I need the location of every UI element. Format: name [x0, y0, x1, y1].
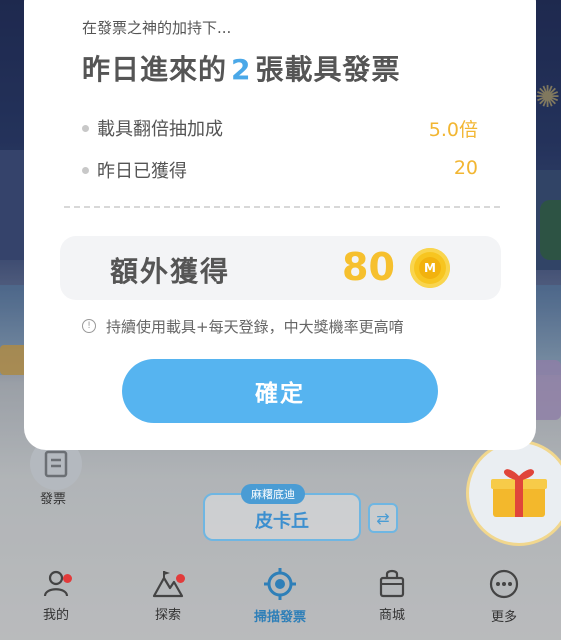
nav-label: 商城	[378, 608, 405, 623]
swap-carrier-button[interactable]: ⇄	[368, 503, 398, 533]
multiplier-row: 載具翻倍抽加成 5.0倍	[82, 115, 478, 141]
more-dots-icon	[489, 569, 519, 599]
yesterday-value: 20	[453, 157, 478, 179]
bonus-panel: 額外獲得 80 M	[60, 236, 501, 300]
tip-text: 持續使用載具+每天登錄，中大獎機率更高唷	[106, 318, 404, 336]
bullet-dot	[82, 124, 89, 132]
shopping-bag-icon	[379, 569, 405, 598]
yesterday-row: 昨日已獲得 20	[82, 157, 478, 183]
carrier-selector[interactable]: 麻糬底迪 皮卡丘	[203, 484, 361, 541]
carrier-tag: 麻糬底迪	[241, 484, 305, 504]
reward-modal: 在發票之神的加持下... 昨日進來的 2 張載具發票 載具翻倍抽加成 5.0倍 昨日…	[24, 0, 536, 450]
swap-icon: ⇄	[376, 508, 390, 528]
confirm-button[interactable]: 確定	[122, 359, 438, 423]
notification-badge	[176, 574, 185, 583]
modal-headline: 昨日進來的 2 張載具發票	[82, 48, 401, 88]
person-icon	[43, 570, 69, 597]
nav-item-explore[interactable]: 探索	[123, 568, 213, 623]
carrier-name: 皮卡丘	[255, 511, 309, 532]
mountain-icon	[152, 571, 184, 598]
scan-target-icon	[264, 568, 296, 600]
receipt-label: 發票	[40, 492, 67, 507]
gift-button[interactable]	[466, 440, 561, 546]
nav-label: 探索	[154, 608, 181, 623]
nav-item-profile[interactable]: 我的	[11, 568, 101, 623]
headline-suffix: 張載具發票	[255, 53, 401, 86]
nav-label: 掃描發票	[253, 610, 306, 625]
bullet-dot	[82, 166, 89, 174]
multiplier-label: 載具翻倍抽加成	[97, 119, 223, 140]
coin-letter: M	[419, 257, 441, 279]
receipt-icon	[44, 450, 68, 478]
nav-item-shop[interactable]: 商城	[347, 568, 437, 623]
headline-prefix: 昨日進來的	[82, 53, 228, 86]
yesterday-label: 昨日已獲得	[97, 161, 187, 182]
coin-icon: M	[410, 248, 450, 288]
notification-badge	[63, 574, 72, 583]
bonus-value: 80	[342, 245, 395, 289]
invoice-count: 2	[231, 53, 252, 86]
nav-item-scan[interactable]: 掃描發票	[235, 568, 325, 625]
info-icon: !	[82, 318, 96, 333]
nav-label: 更多	[490, 610, 517, 625]
bonus-label: 額外獲得	[110, 255, 231, 288]
bottom-nav: 我的 探索 掃描發票 商城 更多	[0, 560, 561, 640]
gift-icon	[491, 469, 547, 517]
nav-label: 我的	[42, 608, 69, 623]
dashed-divider	[64, 206, 500, 208]
multiplier-value: 5.0倍	[428, 119, 478, 141]
nav-item-more[interactable]: 更多	[459, 568, 549, 625]
modal-subtitle: 在發票之神的加持下...	[82, 19, 232, 37]
tip-note: ! 持續使用載具+每天登錄，中大獎機率更高唷	[82, 316, 404, 337]
